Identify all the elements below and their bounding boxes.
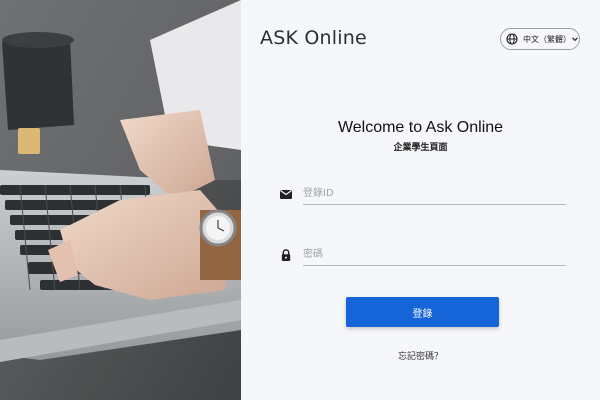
- globe-icon: [506, 33, 518, 45]
- language-select[interactable]: 中文（繁體）: [500, 28, 580, 50]
- lock-icon: [279, 248, 293, 262]
- chevron-down-icon: [571, 35, 579, 43]
- app-title: ASK Online: [260, 27, 367, 49]
- mail-icon: [279, 187, 293, 201]
- language-label: 中文（繁體）: [523, 34, 571, 44]
- hero-overlay: [0, 0, 241, 400]
- login-panel: ASK Online 中文（繁體） Welcome to Ask Online …: [241, 0, 600, 400]
- password-input[interactable]: [303, 244, 566, 266]
- hero-image: [0, 0, 241, 400]
- welcome-subheading: 企業學生頁面: [393, 143, 448, 153]
- login-button[interactable]: 登錄: [346, 297, 499, 327]
- welcome-heading: Welcome to Ask Online: [337, 119, 504, 136]
- login-id-input[interactable]: [303, 183, 566, 205]
- forgot-password-link[interactable]: 忘記密碼？: [241, 349, 600, 362]
